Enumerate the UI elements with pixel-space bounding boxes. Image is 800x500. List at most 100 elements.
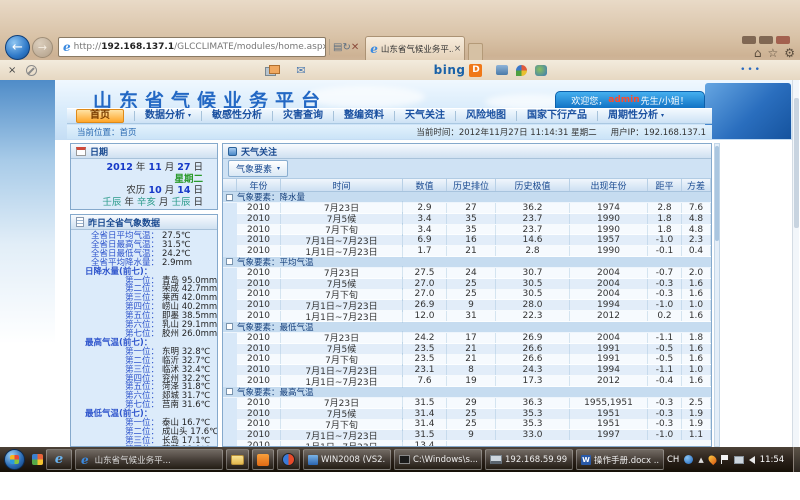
mail-icon[interactable]: ✉ [296, 64, 305, 77]
word-icon: W [581, 455, 591, 465]
browser-scrollbar[interactable] [792, 80, 799, 447]
calendar-line: 2012 年 11 月 27 日 [71, 162, 203, 174]
gear-icon[interactable]: ⚙ [784, 46, 795, 60]
group-checkbox[interactable] [226, 323, 233, 330]
taskbar-window-button[interactable]: e 山东省气候业务平... [75, 449, 223, 470]
show-desktop-button[interactable] [793, 447, 800, 472]
close-button[interactable] [776, 36, 790, 44]
current-time: 当前时间：2012年11月27日 11:14:31 星期二 [416, 126, 596, 138]
page-left-margin [0, 80, 55, 447]
window-button-label: 山东省气候业务平... [95, 454, 171, 466]
main-panel-header: 天气关注 [223, 144, 711, 159]
network-icon[interactable] [734, 456, 744, 464]
blocked-icon[interactable] [26, 65, 37, 76]
back-button[interactable]: ← [5, 35, 30, 60]
header-checkbox-cell [223, 179, 237, 191]
column-header: 历史极值 [496, 179, 570, 191]
pinwheel-icon[interactable] [32, 454, 43, 465]
video-icon[interactable] [496, 65, 508, 75]
compatibility-icon[interactable]: ▤ [333, 42, 342, 53]
folder-icon [231, 455, 244, 465]
photos-icon[interactable] [265, 65, 278, 75]
element-filter-button[interactable]: 气象要素 ▾ [228, 160, 288, 177]
overflow-dots[interactable]: ••• [740, 65, 762, 75]
column-header: 出现年份 [570, 179, 648, 191]
group-checkbox[interactable] [226, 388, 233, 395]
browser-scrollbar-thumb[interactable] [794, 98, 799, 228]
user-ip: 用户IP：192.168.137.1 [611, 126, 706, 138]
nav-item-2[interactable]: 敏感性分析 [201, 111, 272, 121]
tray-blue-icon[interactable] [684, 455, 693, 464]
taskbar-orange-app-button[interactable] [252, 449, 274, 470]
taskbar-button-2[interactable]: 192.168.59.99... [485, 449, 573, 470]
windows-flag-icon [10, 455, 19, 464]
window-controls [742, 36, 790, 44]
language-indicator[interactable]: CH [667, 455, 679, 465]
taskbar-button-1[interactable]: C:\Windows\s... [394, 449, 482, 470]
home-icon[interactable]: ⌂ [754, 46, 762, 60]
task-buttons: WIN2008 (VS2...C:\Windows\s...192.168.59… [303, 449, 664, 470]
weather-body: 全省日平均气温：27.5℃全省日最高气温：31.5℃全省日最低气温：24.2℃全… [71, 230, 217, 447]
group-checkbox[interactable] [226, 258, 233, 265]
nav-item-0[interactable]: 首页 [76, 109, 124, 123]
minimize-button[interactable] [742, 36, 756, 44]
table-scrollbar[interactable] [714, 143, 720, 447]
group-checkbox[interactable] [226, 194, 233, 201]
taskbar-media-button[interactable] [277, 449, 300, 470]
nav-item-3[interactable]: 灾害查询 [272, 111, 333, 121]
flame-icon[interactable] [707, 454, 718, 465]
window-app-icon [308, 455, 318, 465]
start-button[interactable] [4, 449, 25, 470]
nav-item-1[interactable]: 数据分析▾ [134, 111, 201, 121]
remote-desktop-icon [490, 455, 502, 464]
nav-item-8[interactable]: 周期性分析▾ [597, 111, 674, 121]
forward-button[interactable]: → [32, 37, 53, 58]
welcome-bar: 欢迎您，admin 先生/小姐！ [555, 91, 705, 108]
address-bar[interactable]: e http://192.168.137.1/GLCCLIMATE/module… [58, 37, 326, 57]
taskbar-button-3[interactable]: W操作手册.docx ... [576, 449, 664, 470]
maximize-button[interactable] [759, 36, 773, 44]
nav-item-5[interactable]: 天气关注 [394, 111, 455, 121]
favorites-star-icon[interactable]: ☆ [767, 46, 778, 60]
globe-icon[interactable] [535, 65, 547, 76]
tray-expand-icon[interactable]: ▲ [698, 456, 703, 464]
welcome-suffix: 先生/小姐！ [641, 94, 689, 107]
welcome-prefix: 欢迎您， [571, 94, 607, 107]
nav-item-6[interactable]: 风险地图 [455, 111, 516, 121]
tab-title: 山东省气候业务平... [381, 43, 453, 55]
chevron-down-icon: ▾ [188, 111, 191, 121]
system-tray: CH ▲ 11:54 [667, 455, 787, 465]
toolbar-close-icon[interactable]: × [8, 65, 16, 76]
calendar-panel-title: 日期 [90, 145, 108, 158]
taskbar-clock[interactable]: 11:54 [760, 455, 785, 465]
stop-icon[interactable]: ✕ [351, 42, 359, 53]
data-table: 年份时间数值历史排位历史极值出现年份距平方差 气象要素：降水量20107月23日… [223, 179, 711, 447]
taskbar-button-0[interactable]: WIN2008 (VS2... [303, 449, 391, 470]
speaker-icon[interactable] [749, 456, 755, 464]
bing-logo-group[interactable]: bing D [434, 63, 483, 77]
weather-panel-header: 昨日全省气象数据 [71, 215, 217, 230]
page-banner: 山东省气候业务平台 欢迎您，admin 先生/小姐！ 首页数据分析▾敏感性分析灾… [55, 80, 795, 140]
action-center-flag-icon[interactable] [721, 455, 729, 464]
bing-logo: bing [434, 63, 466, 77]
calendar-line: 壬辰 年 辛亥 月 壬辰 日 [71, 197, 203, 209]
url-scheme: http:// [74, 42, 102, 52]
column-header: 距平 [648, 179, 682, 191]
calendar-line: 农历 10 月 14 日 [71, 185, 203, 197]
tab-close-icon[interactable]: × [454, 44, 462, 54]
table-scrollbar-thumb[interactable] [715, 146, 719, 241]
nav-item-7[interactable]: 国家下行产品 [516, 111, 597, 121]
palette-icon[interactable] [516, 65, 527, 76]
browser-toolbar: × ✉ bing D ••• [0, 60, 800, 80]
nav-item-4[interactable]: 整编资料 [333, 111, 394, 121]
taskbar-explorer-button[interactable] [226, 449, 249, 470]
new-tab-button[interactable] [468, 43, 483, 60]
calendar-panel: 日期 2012 年 11 月 27 日星期二农历 10 月 14 日壬辰 年 辛… [70, 143, 218, 210]
taskbar-ie-button[interactable]: e [46, 449, 72, 470]
browser-tab[interactable]: e 山东省气候业务平... × [365, 36, 465, 60]
media-player-icon [282, 453, 295, 466]
table-toolbar: 气象要素 ▾ [223, 159, 711, 179]
orange-app-icon [257, 454, 269, 466]
refresh-icon[interactable]: ↻ [342, 42, 350, 53]
browser-navrow: ← → e http://192.168.137.1/GLCCLIMATE/mo… [0, 34, 730, 60]
